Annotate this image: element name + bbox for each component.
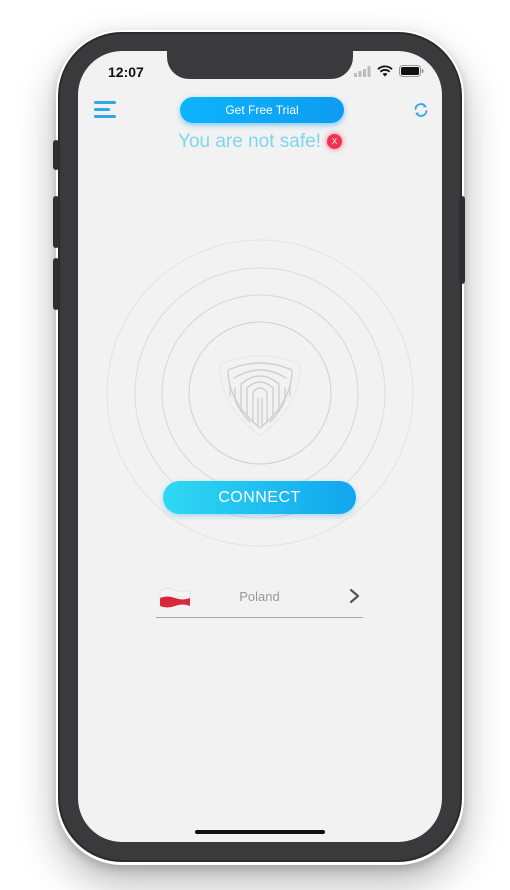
menu-button[interactable] [94, 101, 116, 119]
status-time: 12:07 [108, 64, 144, 80]
cellular-signal-icon [354, 65, 371, 77]
power-button [459, 196, 465, 284]
country-name: Poland [239, 589, 280, 604]
wifi-icon [377, 65, 393, 77]
fingerprint-shield-icon [219, 355, 301, 437]
chevron-right-icon [349, 588, 360, 604]
warning-text: You are not safe! [178, 131, 321, 152]
app-screen: 12:07 Get Free Trial You are not safe! X… [78, 51, 442, 842]
battery-icon [399, 65, 424, 77]
mute-switch [53, 140, 59, 170]
country-selector[interactable]: Poland [156, 583, 363, 618]
status-icons [354, 65, 424, 77]
connect-button[interactable]: CONNECT [163, 481, 356, 514]
volume-down-button [53, 258, 59, 310]
safety-warning: You are not safe! X [78, 131, 442, 153]
refresh-button[interactable] [412, 101, 430, 119]
refresh-icon [414, 103, 428, 117]
get-free-trial-button[interactable]: Get Free Trial [180, 97, 344, 123]
close-warning-button[interactable]: X [326, 134, 342, 149]
notch [167, 51, 353, 79]
hamburger-menu-icon [94, 101, 116, 118]
volume-up-button [53, 196, 59, 248]
home-indicator [195, 830, 325, 834]
